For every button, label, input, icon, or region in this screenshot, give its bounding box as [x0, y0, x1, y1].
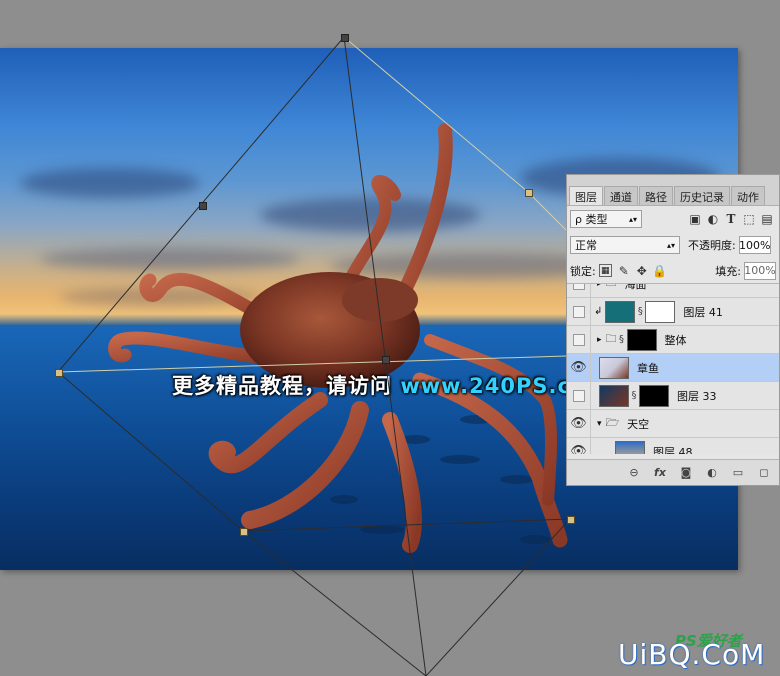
tab-actions[interactable]: 动作	[731, 186, 765, 205]
link-icon[interactable]: ⊖	[625, 466, 643, 479]
caret-right-icon[interactable]: ▸	[597, 335, 602, 345]
layer-row-selected[interactable]: 👁 章鱼	[567, 353, 779, 382]
panel-tabbar: 图层 通道 路径 历史记录 动作	[567, 175, 779, 206]
layer-name: 章鱼	[637, 361, 659, 375]
mask-link-icon[interactable]: §	[617, 334, 627, 345]
visibility-toggle[interactable]: 👁	[567, 353, 591, 382]
panel-footer: ⊖ fx ◙ ◐ ▭ ◻	[567, 459, 779, 485]
layer-row[interactable]: 👁 ▾ 🗁 天空	[567, 409, 779, 438]
layer-name: 海面	[624, 284, 647, 291]
fx-icon[interactable]: fx	[651, 466, 669, 479]
transform-handle-top-left[interactable]	[199, 202, 207, 210]
folder-icon: 🗀	[606, 284, 617, 293]
opacity-input[interactable]: 100%	[738, 236, 771, 254]
fill-input[interactable]: 100%	[744, 261, 776, 280]
layer-mask-thumbnail[interactable]	[645, 300, 676, 323]
opacity-label: 不透明度:	[688, 239, 736, 252]
layers-panel: 图层 通道 路径 历史记录 动作 ρ 类型 ▴▾ ▣ ◐ T ⬚ ▤ 正常 ▴▾…	[566, 174, 780, 486]
mask-link-icon[interactable]: §	[629, 390, 639, 401]
layers-list: ▸ 🗀 海面 ↲ § 图层 41 ▸ 🗀 § 整体 👁 章鱼	[567, 284, 779, 454]
transform-handle-top-right[interactable]	[525, 189, 533, 197]
watermark-text: 更多精品教程，请访问 www.240PS.com	[172, 374, 610, 398]
layer-row[interactable]: ▸ 🗀 § 整体	[567, 325, 779, 354]
lock-image-icon[interactable]: ✎	[615, 262, 633, 280]
tab-layers[interactable]: 图层	[569, 186, 603, 205]
lock-row: 锁定: ▦ ✎ ✥ 🔒 填充: 100%	[567, 258, 779, 284]
transform-handle-bottom-left[interactable]	[240, 528, 248, 536]
new-layer-icon[interactable]: ◻	[755, 466, 773, 479]
layer-name: 天空	[627, 417, 650, 431]
filter-kind-select[interactable]: ρ 类型 ▴▾	[570, 210, 642, 228]
blend-mode-value: 正常	[575, 239, 597, 252]
blend-row: 正常 ▴▾ 不透明度: 100%	[567, 232, 779, 258]
folder-open-icon: 🗁	[605, 416, 620, 429]
layer-thumbnail	[615, 440, 645, 454]
layer-name: 图层 48	[653, 445, 693, 455]
type-filter-icon[interactable]: T	[722, 210, 740, 228]
layer-thumbnail	[599, 384, 629, 407]
mask-icon[interactable]: ◙	[677, 466, 695, 479]
lock-label: 锁定:	[570, 264, 596, 278]
transform-handle-bottom-right[interactable]	[567, 516, 575, 524]
shape-filter-icon[interactable]: ⬚	[740, 210, 758, 228]
layer-row[interactable]: 👁 图层 48	[567, 437, 779, 455]
layer-name: 整体	[664, 333, 687, 347]
layer-filter-row: ρ 类型 ▴▾ ▣ ◐ T ⬚ ▤	[567, 206, 779, 232]
layer-row[interactable]: ▸ 🗀 海面	[567, 284, 779, 298]
lock-all-icon[interactable]: 🔒	[651, 262, 669, 280]
adjustment-icon[interactable]: ◐	[703, 466, 721, 479]
folder-icon: 🗀	[605, 332, 617, 345]
transform-handle-top[interactable]	[341, 34, 349, 42]
chevron-down-icon: ▴▾	[666, 240, 675, 250]
layer-row[interactable]: ↲ § 图层 41	[567, 297, 779, 326]
layer-name: 图层 33	[677, 389, 717, 403]
folder-icon[interactable]: ▭	[729, 466, 747, 479]
tab-channels[interactable]: 通道	[604, 186, 638, 205]
lock-transparent-icon[interactable]: ▦	[598, 264, 612, 277]
visibility-toggle[interactable]	[567, 325, 591, 354]
site-logo: UiBQ.CoM	[618, 638, 766, 671]
fill-label: 填充:	[715, 264, 741, 278]
visibility-toggle[interactable]: 👁	[567, 437, 591, 454]
chevron-down-icon: ▴▾	[628, 214, 637, 224]
layer-thumbnail	[605, 300, 636, 323]
filter-kind-label: ρ 类型	[575, 213, 608, 226]
layer-row[interactable]: § 图层 33	[567, 381, 779, 410]
caret-right-icon[interactable]: ▸	[597, 284, 602, 289]
visibility-toggle[interactable]: 👁	[567, 409, 591, 438]
tab-paths[interactable]: 路径	[639, 186, 673, 205]
lock-position-icon[interactable]: ✥	[633, 262, 651, 280]
mask-link-icon[interactable]: §	[635, 306, 645, 317]
tab-history[interactable]: 历史记录	[674, 186, 730, 205]
layer-mask-thumbnail[interactable]	[639, 384, 669, 407]
clip-arrow-icon: ↲	[594, 306, 603, 317]
adjustment-filter-icon[interactable]: ◐	[704, 210, 722, 228]
visibility-toggle[interactable]	[567, 381, 591, 410]
smart-object-thumbnail	[599, 356, 629, 379]
visibility-toggle[interactable]	[567, 297, 591, 326]
image-filter-icon[interactable]: ▣	[686, 210, 704, 228]
transform-center-point[interactable]	[382, 356, 390, 364]
layer-name: 图层 41	[683, 305, 723, 319]
visibility-toggle[interactable]	[567, 284, 591, 298]
blend-mode-select[interactable]: 正常 ▴▾	[570, 236, 680, 254]
layer-mask-thumbnail[interactable]	[626, 328, 657, 351]
caret-down-icon[interactable]: ▾	[597, 419, 602, 429]
transform-handle-left[interactable]	[55, 369, 63, 377]
smart-object-filter-icon[interactable]: ▤	[758, 210, 776, 228]
